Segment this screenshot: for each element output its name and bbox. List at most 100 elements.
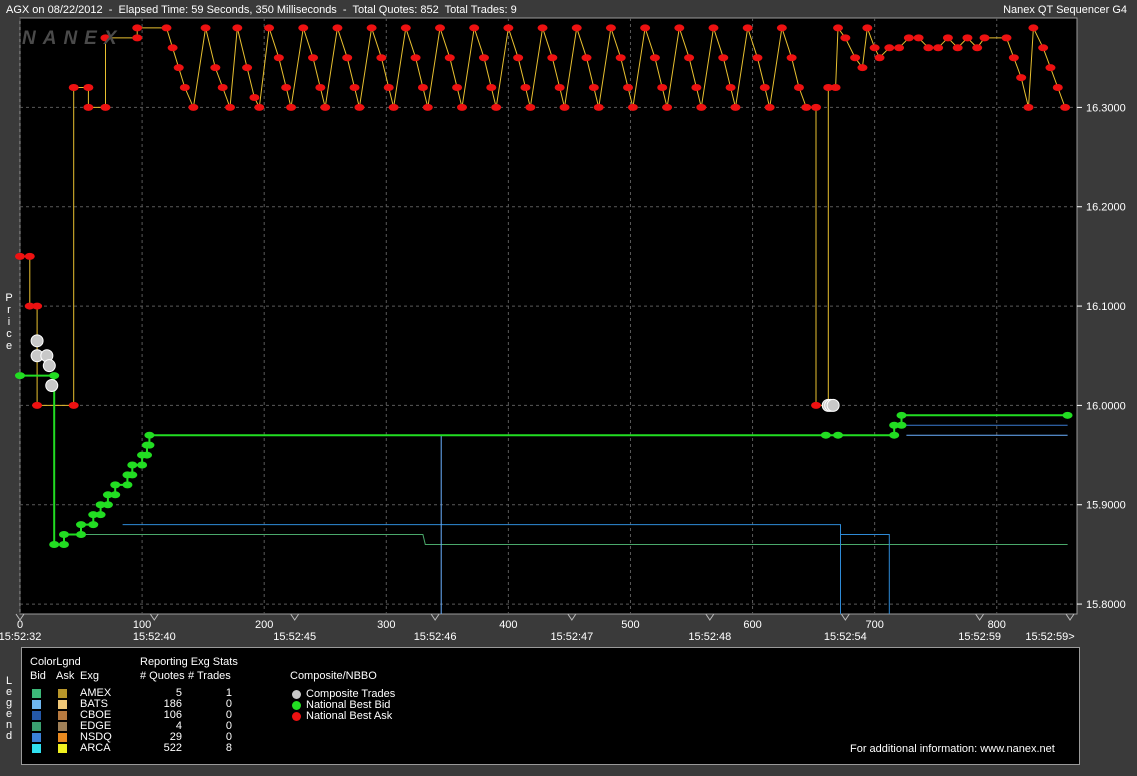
ask-point [718,54,729,62]
ask-point [811,103,822,111]
trade-point [42,359,56,373]
y-label-letter: r [7,304,11,316]
ask-point [537,24,548,32]
ask-point [684,54,695,62]
ask-point [1023,103,1034,111]
ask-point [571,24,582,32]
ask-point [225,103,235,111]
bid-point [1062,411,1073,419]
ask-point [132,34,143,42]
ask-point [83,103,94,111]
price-chart: 15.8000 15.9000 16.0000 16.1000 16.2000 16.30… [0,17,1126,640]
ask-point [100,103,111,111]
y-tick-label: 16.2000 [1086,202,1126,214]
legend-col-bid: Bid [30,670,46,682]
bid-point [49,372,60,380]
ask-point [249,93,260,101]
ask-point [513,54,524,62]
ask-point [662,103,673,111]
time-label: 15:52:45 [273,631,316,640]
bid-point [15,372,25,380]
ask-point [444,54,455,62]
y-label-letter: i [7,316,11,328]
ask-point [830,84,841,92]
x-axis-ticks: 0 100 200 300 400 500 600 700 800 [17,619,1006,631]
bid-point [58,531,69,539]
ask-point [649,54,660,62]
legend-col-ask: Ask [56,670,75,682]
ask-point [588,84,599,92]
ask-point [840,34,851,42]
bid-point [49,540,60,548]
ask-point [1052,84,1063,92]
bid-point [144,431,155,439]
ask-point [759,84,770,92]
ask-point [933,44,944,52]
x-tick-label: 700 [865,619,883,631]
ask-point [273,54,284,62]
y-tick-label: 15.9000 [1086,500,1126,512]
ask-point [742,24,753,32]
ask-point [200,24,211,32]
ask-point [730,103,741,111]
x-tick-label: 400 [499,619,517,631]
ask-point [366,24,377,32]
ask-point [400,24,411,32]
x-tick-label: 100 [133,619,151,631]
ask-point [161,24,172,32]
bid-point [110,491,121,499]
time-label: 15:52:59 [958,631,1001,640]
y-tick-label: 16.1000 [1086,301,1126,313]
time-tick-mark [290,613,300,621]
ask-point [332,24,343,32]
ask-color-swatch [58,700,67,709]
bid-point [127,461,138,469]
time-label: 15:52:46 [414,631,457,640]
ask-point [554,84,565,92]
ask-point [811,401,822,409]
legend-label-letter: d [5,730,13,742]
bid-color-swatch [32,700,41,709]
ask-point [547,54,558,62]
ask-point [850,54,861,62]
bid-point [95,511,106,519]
legend-col-trades: # Trades [188,670,231,682]
time-axis-labels: 15:52:32 15:52:40 15:52:45 15:52:46 15:52:47… [0,613,1075,640]
bid-point [820,431,831,439]
ask-point [696,103,707,111]
ask-point [525,103,536,111]
ask-point [503,24,514,32]
composite-legend-dot [292,690,301,699]
bid-point [137,461,148,469]
ask-point [972,44,983,52]
ask-point [1038,44,1049,52]
ask-color-swatch [58,722,67,731]
ask-point [708,24,719,32]
ask-point [559,103,570,111]
bid-point [88,521,99,529]
ask-point [1028,24,1039,32]
ask-point [188,103,199,111]
ask-point [776,24,787,32]
composite-legend-dot [292,712,301,721]
y-tick-label: 16.3000 [1086,102,1126,114]
ask-point [894,44,905,52]
product-name: Nanex QT Sequencer G4 [1003,4,1127,16]
ask-point [173,64,184,72]
ask-point [674,24,685,32]
exchange-name: ARCA [80,742,111,754]
ask-point [376,54,387,62]
title-bar: AGX on 08/22/2012 - Elapsed Time: 59 Sec… [0,0,1137,18]
trade-point [30,334,44,348]
ask-point [615,54,626,62]
ask-point [410,54,421,62]
ask-point [764,103,775,111]
ask-point [456,103,467,111]
composite-legend-dot [292,701,301,710]
ask-color-swatch [58,689,67,698]
legend-footer: For additional information: www.nanex.ne… [850,743,1055,755]
bid-point [102,501,113,509]
exchange-quotes: 522 [163,742,182,754]
bid-point [127,471,138,479]
ask-point [388,103,399,111]
